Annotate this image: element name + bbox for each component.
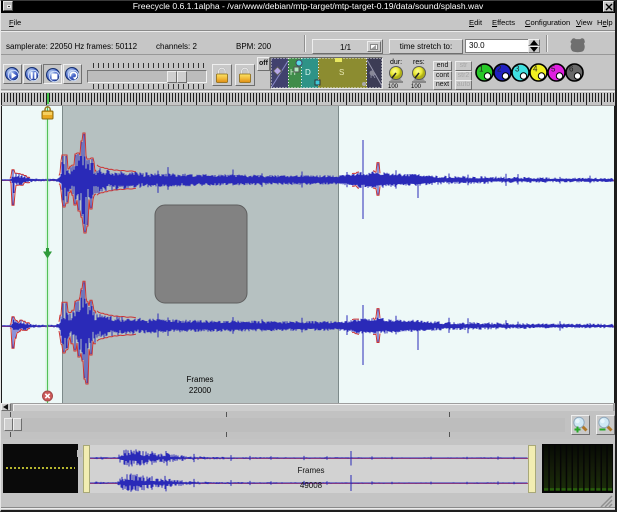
svg-text:1: 1 <box>479 65 484 74</box>
svg-text:Frames: Frames <box>297 466 324 475</box>
svg-text:22000: 22000 <box>189 386 212 395</box>
svg-text:Frames: Frames <box>186 375 213 384</box>
svg-text:6: 6 <box>569 65 574 74</box>
svg-text:2: 2 <box>497 65 502 74</box>
svg-text:D: D <box>305 68 311 77</box>
svg-text:5: 5 <box>551 65 556 74</box>
svg-text:49008: 49008 <box>300 481 323 490</box>
svg-text:S: S <box>339 68 344 77</box>
svg-text:4: 4 <box>533 65 538 74</box>
svg-text:3: 3 <box>515 65 520 74</box>
